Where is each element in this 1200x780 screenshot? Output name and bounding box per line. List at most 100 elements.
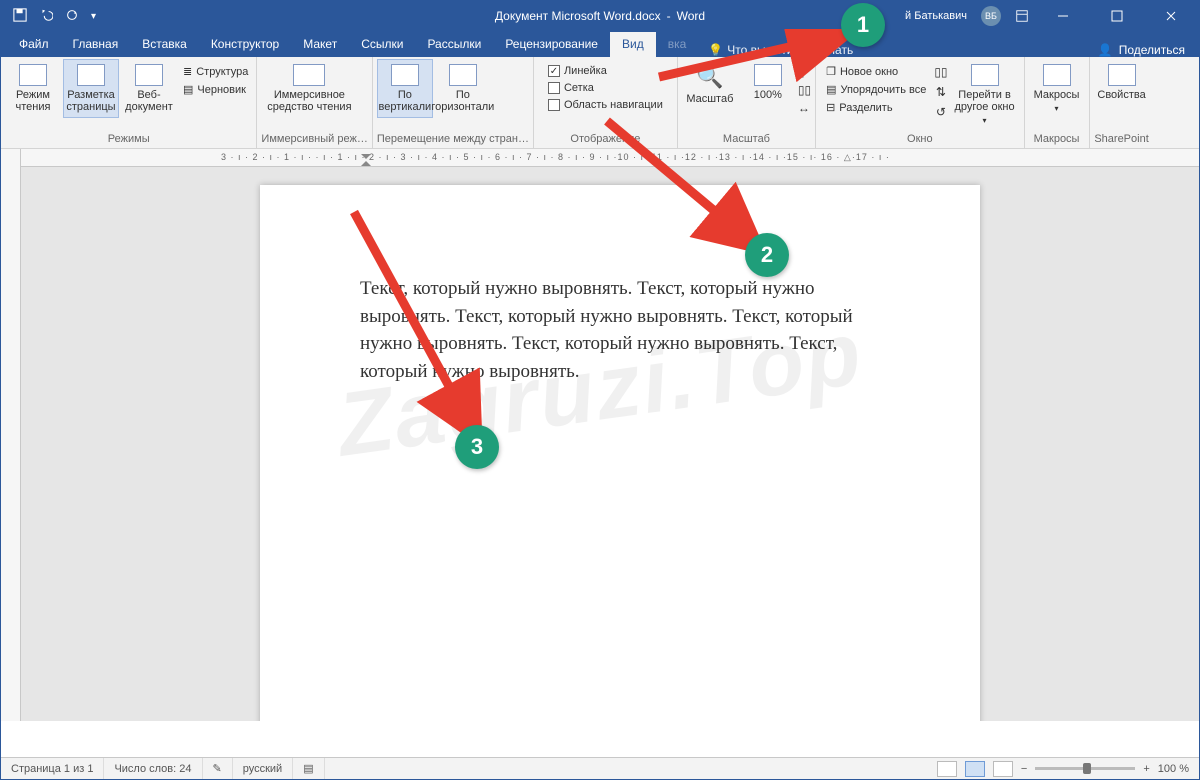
gridlines-label: Сетка bbox=[564, 82, 594, 94]
document-name: Документ Microsoft Word.docx bbox=[495, 9, 661, 23]
user-avatar[interactable]: ВБ bbox=[981, 6, 1001, 26]
close-button[interactable] bbox=[1151, 1, 1191, 31]
zoom-slider[interactable] bbox=[1035, 767, 1135, 770]
save-icon[interactable] bbox=[13, 8, 27, 25]
arrow-3 bbox=[339, 197, 499, 447]
split-icon: ⊟ bbox=[826, 101, 835, 114]
zoom-out-button[interactable]: − bbox=[1021, 763, 1027, 775]
zoom-100-label: 100% bbox=[754, 89, 782, 101]
web-layout-button[interactable]: Веб-документ bbox=[121, 59, 177, 118]
ribbon-tabs: Файл Главная Вставка Конструктор Макет С… bbox=[1, 31, 1199, 57]
reset-window-icon[interactable]: ↺ bbox=[936, 105, 946, 119]
chevron-down-icon: ▾ bbox=[1055, 104, 1059, 113]
split-button[interactable]: ⊟ Разделить bbox=[822, 99, 930, 116]
quick-access-toolbar: ▾ bbox=[1, 8, 96, 25]
tab-mailings[interactable]: Рассылки bbox=[415, 32, 493, 57]
properties-label: Свойства bbox=[1097, 89, 1145, 101]
macros-button[interactable]: Макросы ▾ bbox=[1029, 59, 1085, 118]
group-immersive: Иммерсивное средство чтения Иммерсивный … bbox=[257, 57, 372, 148]
group-immersive-label: Иммерсивный реж… bbox=[261, 131, 367, 148]
read-view-icon[interactable] bbox=[937, 761, 957, 777]
outline-button[interactable]: ≣ Структура bbox=[179, 63, 252, 80]
macros-label: Макросы bbox=[1034, 89, 1080, 101]
side-by-side-icon[interactable]: ▯▯ bbox=[934, 65, 947, 79]
word-count[interactable]: Число слов: 24 bbox=[104, 758, 202, 779]
minimize-button[interactable] bbox=[1043, 1, 1083, 31]
tab-insert[interactable]: Вставка bbox=[130, 32, 199, 57]
switch-windows-label: Перейти в другое окно bbox=[953, 89, 1017, 113]
group-sharepoint-label: SharePoint bbox=[1094, 131, 1150, 148]
switch-windows-button[interactable]: Перейти в другое окно ▾ bbox=[950, 59, 1020, 130]
zoom-label: Масштаб bbox=[686, 93, 733, 105]
window-title: Документ Microsoft Word.docx - Word bbox=[495, 9, 705, 23]
page-width-icon[interactable]: ↔ bbox=[798, 101, 811, 115]
group-macros-label: Макросы bbox=[1029, 131, 1085, 148]
share-button[interactable]: 👤 Поделиться bbox=[1098, 43, 1199, 57]
horizontal-label: По горизонтали bbox=[431, 89, 494, 113]
split-label: Разделить bbox=[839, 102, 892, 114]
group-macros: Макросы ▾ Макросы bbox=[1025, 57, 1090, 148]
vertical-button[interactable]: По вертикали bbox=[377, 59, 433, 118]
callout-2: 2 bbox=[745, 233, 789, 277]
page-indicator[interactable]: Страница 1 из 1 bbox=[1, 758, 104, 779]
arrange-all-label: Упорядочить все bbox=[840, 84, 926, 96]
properties-button[interactable]: Свойства bbox=[1094, 59, 1150, 106]
arrow-2 bbox=[589, 109, 769, 259]
outline-label: Структура bbox=[196, 66, 248, 78]
spellcheck-icon[interactable]: ✎ bbox=[203, 758, 233, 779]
tab-references[interactable]: Ссылки bbox=[349, 32, 415, 57]
chevron-down-icon: ▾ bbox=[983, 116, 987, 125]
tab-file[interactable]: Файл bbox=[7, 32, 61, 57]
group-page-movement: По вертикали По горизонтали Перемещение … bbox=[373, 57, 534, 148]
zoom-in-button[interactable]: + bbox=[1143, 763, 1149, 775]
user-name: й Батькавич bbox=[905, 10, 967, 22]
print-layout-label: Разметка страницы bbox=[66, 89, 116, 113]
tab-design[interactable]: Конструктор bbox=[199, 32, 291, 57]
status-bar: Страница 1 из 1 Число слов: 24 ✎ русский… bbox=[1, 757, 1199, 779]
sync-scroll-icon[interactable]: ⇅ bbox=[936, 85, 946, 99]
vertical-label: По вертикали bbox=[379, 89, 432, 113]
checked-icon: ✓ bbox=[548, 65, 560, 77]
zoom-level[interactable]: 100 % bbox=[1158, 763, 1189, 775]
ribbon-options-icon[interactable] bbox=[1015, 9, 1029, 23]
immersive-reader-button[interactable]: Иммерсивное средство чтения bbox=[261, 59, 357, 118]
callout-3: 3 bbox=[455, 425, 499, 469]
draft-icon: ▤ bbox=[183, 83, 193, 96]
maximize-button[interactable] bbox=[1097, 1, 1137, 31]
print-layout-button[interactable]: Разметка страницы bbox=[63, 59, 119, 118]
web-layout-label: Веб-документ bbox=[124, 89, 174, 113]
vertical-ruler[interactable] bbox=[1, 149, 21, 721]
track-changes-icon[interactable]: ▤ bbox=[293, 758, 324, 779]
share-icon: 👤 bbox=[1098, 43, 1113, 57]
indent-marker[interactable] bbox=[361, 154, 371, 164]
undo-icon[interactable] bbox=[39, 8, 53, 25]
title-separator: - bbox=[667, 9, 671, 23]
group-sharepoint: Свойства SharePoint bbox=[1090, 57, 1154, 148]
draft-button[interactable]: ▤Черновик bbox=[179, 81, 252, 98]
web-view-icon[interactable] bbox=[993, 761, 1013, 777]
language-indicator[interactable]: русский bbox=[233, 758, 293, 779]
redo-icon[interactable] bbox=[65, 8, 79, 25]
outline-icon: ≣ bbox=[183, 65, 192, 78]
group-views: Режим чтения Разметка страницы Веб-докум… bbox=[1, 57, 257, 148]
title-bar: ▾ Документ Microsoft Word.docx - Word й … bbox=[1, 1, 1199, 31]
horizontal-button[interactable]: По горизонтали bbox=[435, 59, 491, 118]
tab-review[interactable]: Рецензирование bbox=[493, 32, 610, 57]
unchecked-icon bbox=[548, 99, 560, 111]
group-window-label: Окно bbox=[820, 131, 1019, 148]
group-page-movement-label: Перемещение между стран… bbox=[377, 131, 529, 148]
read-mode-label: Режим чтения bbox=[8, 89, 58, 113]
group-views-label: Режимы bbox=[5, 131, 252, 148]
ruler-label: Линейка bbox=[564, 65, 607, 77]
qat-customize-icon[interactable]: ▾ bbox=[91, 11, 96, 22]
share-label: Поделиться bbox=[1119, 43, 1185, 57]
tab-layout[interactable]: Макет bbox=[291, 32, 349, 57]
read-mode-button[interactable]: Режим чтения bbox=[5, 59, 61, 118]
zoom-thumb[interactable] bbox=[1083, 763, 1091, 774]
unchecked-icon bbox=[548, 82, 560, 94]
callout-1: 1 bbox=[841, 3, 885, 47]
print-view-icon[interactable] bbox=[965, 761, 985, 777]
arrow-1 bbox=[641, 29, 851, 89]
tab-home[interactable]: Главная bbox=[61, 32, 131, 57]
immersive-reader-label: Иммерсивное средство чтения bbox=[264, 89, 354, 113]
